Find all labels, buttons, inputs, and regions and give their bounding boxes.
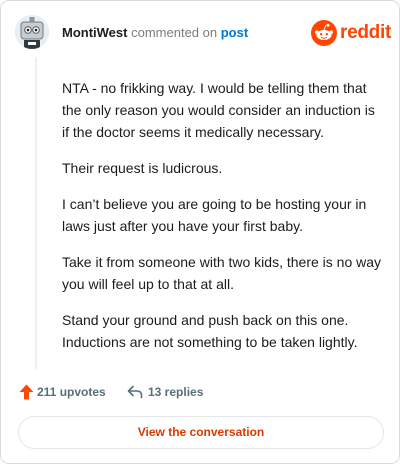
- comment-paragraph: Stand your ground and push back on this …: [62, 312, 358, 350]
- comment-paragraph: Take it from someone with two kids, ther…: [62, 254, 382, 292]
- thread-line: [35, 57, 37, 369]
- reddit-brand[interactable]: reddit: [311, 19, 391, 47]
- comment-paragraph: Their request is ludicrous.: [62, 160, 223, 176]
- view-conversation-button[interactable]: View the conversation: [18, 416, 384, 449]
- comment-paragraph: I can’t believe you are going to be host…: [62, 196, 367, 234]
- user-avatar[interactable]: [15, 15, 49, 49]
- reply-count: 13 replies: [148, 385, 204, 399]
- avatar-robot-icon: [15, 15, 49, 49]
- post-link[interactable]: post: [221, 25, 248, 40]
- reddit-snoo-icon: [311, 20, 337, 46]
- comment-body: NTA - no frikking way. I would be tellin…: [62, 77, 382, 367]
- reply-arrow-icon: [127, 385, 143, 399]
- commented-on-text: commented on: [131, 25, 218, 40]
- upvote-count: 211 upvotes: [37, 385, 106, 399]
- username-link[interactable]: MontiWest: [62, 25, 127, 40]
- embedded-comment-card: MontiWest commented on post reddit NTA -…: [0, 0, 400, 464]
- comment-header: MontiWest commented on post: [62, 24, 248, 42]
- reddit-wordmark: reddit: [340, 22, 391, 43]
- upvote-arrow-icon: [19, 384, 34, 400]
- comment-paragraph: NTA - no frikking way. I would be tellin…: [62, 80, 375, 140]
